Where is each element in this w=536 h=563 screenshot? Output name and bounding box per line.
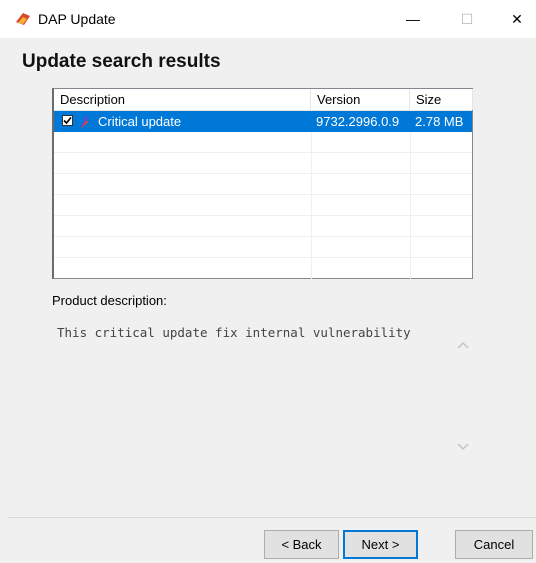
back-button[interactable]: < Back: [264, 530, 339, 559]
next-button[interactable]: Next >: [343, 530, 418, 559]
scroll-up-icon[interactable]: [456, 339, 470, 353]
lightning-update-icon: [80, 114, 89, 129]
size-cell: 2.78 MB: [415, 114, 464, 129]
update-description: Critical update: [98, 114, 182, 129]
update-checkbox[interactable]: [62, 115, 73, 126]
updates-list[interactable]: Description Version Size Critical update: [52, 88, 473, 280]
row-divider: [54, 194, 472, 195]
checkmark-icon: [63, 116, 72, 125]
close-button[interactable]: ✕: [498, 0, 536, 38]
app-icon: [16, 13, 30, 25]
column-header-description[interactable]: Description: [54, 89, 311, 110]
row-divider: [54, 236, 472, 237]
maximize-button[interactable]: ☐: [444, 0, 490, 38]
column-divider: [410, 110, 411, 280]
description-cell: Critical update: [54, 111, 311, 132]
row-divider: [54, 257, 472, 258]
column-header-version[interactable]: Version: [311, 89, 410, 110]
product-description-text: This critical update fix internal vulner…: [57, 325, 411, 340]
column-header-size[interactable]: Size: [410, 89, 473, 110]
row-divider: [54, 173, 472, 174]
cancel-button[interactable]: Cancel: [455, 530, 533, 559]
column-divider: [311, 110, 312, 280]
footer-divider: [8, 517, 536, 518]
row-divider: [54, 152, 472, 153]
product-description-box[interactable]: This critical update fix internal vulner…: [52, 317, 474, 471]
scroll-down-icon[interactable]: [456, 439, 470, 453]
window-title: DAP Update: [38, 11, 116, 27]
update-window: DAP Update — ☐ ✕ Update search results D…: [0, 0, 536, 563]
minimize-button[interactable]: —: [390, 0, 436, 38]
title-bar[interactable]: DAP Update — ☐ ✕: [0, 0, 536, 38]
page-title: Update search results: [22, 51, 221, 72]
row-divider: [54, 215, 472, 216]
table-header: Description Version Size: [54, 89, 473, 111]
version-cell: 9732.2996.0.9: [316, 114, 400, 129]
table-row[interactable]: Critical update 9732.2996.0.9 2.78 MB: [54, 111, 472, 132]
product-description-label: Product description:: [52, 293, 167, 308]
